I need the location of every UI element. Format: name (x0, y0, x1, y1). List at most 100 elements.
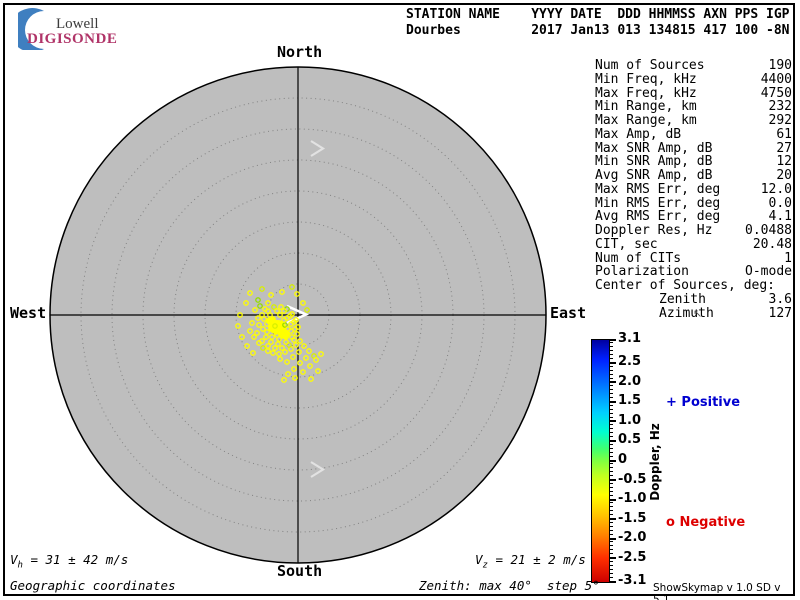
vh-symbol: V (10, 552, 18, 567)
colorbar-tick-label: 3.1 (618, 331, 642, 346)
stat-row: Min Range, km 232 (595, 100, 792, 114)
zenith-scale-text: Zenith: max 40° step 5° (419, 578, 600, 593)
stat-row: Max Amp, dB 61 (595, 126, 792, 142)
stat-label: Polarization (595, 264, 689, 280)
stat-row: Min Freq, kHz 4400 (595, 71, 792, 87)
colorbar-tick (609, 365, 613, 367)
compass-east-label: East (550, 304, 587, 322)
legend-negative: o Negative (666, 515, 746, 530)
version-text: ShowSkymap v 1.0 SD v 5.1 (653, 582, 781, 600)
colorbar-tick (609, 436, 613, 438)
stat-label: Min RMS Err, deg (595, 195, 721, 211)
colorbar-tick (609, 557, 616, 560)
colorbar-tick (609, 580, 616, 583)
stat-row: Max SNR Amp, dB 27 (595, 140, 792, 156)
stat-row: Max RMS Err, deg 12.0 (595, 181, 792, 197)
colorbar-tick (609, 576, 613, 578)
colorbar-tick (609, 432, 613, 434)
stat-label: Min SNR Amp, dB (595, 154, 713, 170)
colorbar-tick-label: 1.0 (618, 412, 642, 428)
stat-value: 232 (768, 99, 792, 115)
colorbar-tick (609, 533, 613, 535)
colorbar-tick (609, 525, 613, 527)
stat-label: Min Range, km (595, 99, 697, 115)
colorbar-tick-label: -1.5 (618, 510, 647, 526)
stat-row: Num of CITs 1 (595, 250, 792, 266)
vz-value: = 21 ± 2 m/s (487, 552, 586, 567)
stat-label: Avg SNR Amp, dB (595, 168, 713, 183)
stat-value: 27 (776, 140, 792, 156)
stat-value: 4400 (760, 71, 792, 87)
colorbar-tick (609, 560, 613, 562)
logo-digisonde-text: DIGISONDE (27, 31, 118, 47)
stat-label: Doppler Res, Hz (595, 223, 713, 238)
vz-symbol: V (475, 552, 483, 567)
colorbar-tick-label: -2.5 (618, 549, 647, 565)
colorbar-tick (609, 447, 613, 449)
colorbar-tick-label: 0.5 (618, 432, 642, 448)
colorbar-tick (609, 350, 613, 352)
stat-row: Center of Sources, deg: (595, 279, 792, 293)
stat-value: 4750 (760, 85, 792, 101)
colorbar-axis-label: Doppler, Hz (648, 423, 662, 501)
colorbar-tick (609, 369, 613, 371)
colorbar-tick (609, 518, 616, 521)
colorbar-tick (609, 510, 613, 512)
stat-row: Zenith 3.6 (595, 291, 792, 307)
stat-row: Num of Sources 190 (595, 59, 792, 73)
stat-value: 292 (768, 113, 792, 128)
colorbar-tick (609, 443, 613, 445)
colorbar-tick (609, 354, 613, 356)
stat-row: Polarization O-mode (595, 265, 792, 279)
colorbar-tick (609, 521, 613, 523)
stat-value: 127 (768, 305, 792, 321)
stat-label: Max RMS Err, deg (595, 181, 721, 197)
station-header: STATION NAME YYYY DATE DDD HHMMSS AXN PP… (406, 7, 790, 39)
colorbar-tick (609, 373, 613, 375)
colorbar-tick (609, 529, 613, 531)
colorbar-tick (609, 471, 613, 473)
mouse-cursor-icon: ↖ (693, 307, 703, 320)
stat-label: Zenith (659, 291, 706, 307)
colorbar-tick (609, 541, 613, 543)
colorbar-tick (609, 361, 616, 364)
colorbar-tick (609, 568, 613, 570)
stat-value: 12.0 (760, 181, 792, 197)
compass-south-label: South (277, 562, 323, 580)
colorbar-tick (609, 514, 613, 516)
stat-value: 20 (776, 168, 792, 183)
colorbar-tick (609, 463, 613, 465)
stat-value: 61 (776, 126, 792, 142)
colorbar-tick (609, 404, 613, 406)
legend-positive: + Positive (666, 395, 741, 410)
stat-label: Center of Sources, deg: (595, 278, 776, 293)
stat-row: Avg SNR Amp, dB 20 (595, 169, 792, 183)
stat-row: Min RMS Err, deg 0.0 (595, 195, 792, 211)
colorbar-tick (609, 393, 613, 395)
colorbar-tick-label: 0 (618, 452, 628, 467)
colorbar-tick (609, 475, 613, 477)
stat-label: Avg RMS Err, deg (595, 209, 721, 225)
colorbar-tick (609, 451, 613, 453)
stat-row: Min SNR Amp, dB 12 (595, 155, 792, 169)
colorbar-tick-label: -0.5 (618, 471, 647, 487)
colorbar-tick-label: -3.1 (618, 573, 647, 588)
stat-row: CIT, sec 20.48 (595, 236, 792, 252)
stat-row: Max Freq, kHz 4750 (595, 85, 792, 101)
colorbar-tick (609, 377, 613, 379)
stat-row: Max Range, km 292 (595, 114, 792, 128)
stat-value: 190 (768, 58, 792, 73)
colorbar-tick (609, 346, 613, 348)
header-values-row: Dourbes 2017 Jan13 013 134815 417 100 -8… (406, 23, 790, 38)
header-columns-row: STATION NAME YYYY DATE DDD HHMMSS AXN PP… (406, 7, 790, 22)
colorbar-tick-label: 2.5 (618, 354, 642, 370)
colorbar-tick (609, 486, 613, 488)
stat-label: CIT, sec (595, 236, 658, 252)
colorbar-tick (609, 502, 613, 504)
stat-value: 1 (784, 250, 792, 266)
stat-label: Max SNR Amp, dB (595, 140, 713, 156)
colorbar-tick (609, 572, 613, 574)
stat-label: Min Freq, kHz (595, 71, 697, 87)
horizontal-velocity-text: Vh = 31 ± 42 m/s (10, 552, 128, 571)
colorbar-tick (609, 412, 613, 414)
